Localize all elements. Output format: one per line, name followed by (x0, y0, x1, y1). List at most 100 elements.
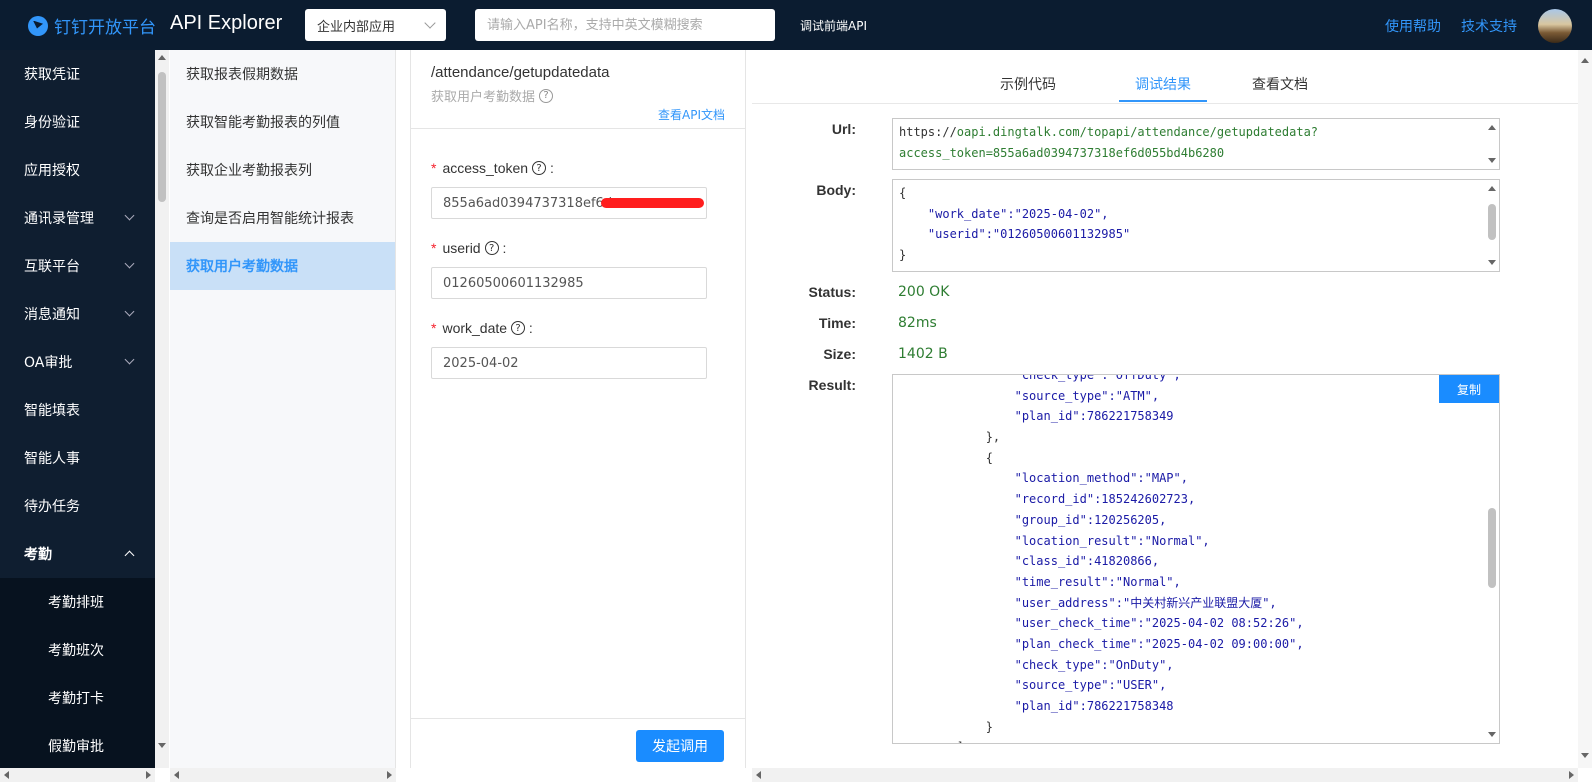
nav-item-label: 互联平台 (24, 259, 80, 275)
tab-debug-result[interactable]: 调试结果 (1135, 74, 1191, 94)
nav-item-contacts[interactable]: 通讯录管理 (0, 194, 155, 242)
required-mark: * (431, 160, 437, 176)
result-line: "location_result":"Normal", (899, 533, 1210, 548)
scroll-left-icon[interactable] (756, 771, 761, 779)
userid-input[interactable] (431, 267, 707, 299)
page-scrollbar[interactable] (1578, 50, 1592, 768)
result-line: "time_result":"Normal", (899, 574, 1181, 589)
status-value: 200 OK (898, 284, 950, 300)
scrollbar-thumb[interactable] (158, 72, 166, 202)
scroll-right-icon[interactable] (146, 771, 151, 779)
support-link[interactable]: 技术支持 (1461, 16, 1517, 36)
question-icon[interactable]: ? (532, 161, 547, 175)
result-line: "group_id":120256205, (899, 512, 1167, 527)
time-label: Time: (818, 315, 856, 331)
api-list-item[interactable]: 获取智能考勤报表的列值 (170, 98, 395, 146)
copy-button[interactable]: 复制 (1439, 375, 1499, 403)
app-type-select[interactable]: 企业内部应用 (305, 9, 446, 41)
api-doc-link[interactable]: 查看API文档 (658, 106, 725, 123)
result-line: ], (893, 737, 1499, 743)
nav-item-label: 应用授权 (24, 163, 80, 179)
result-hscrollbar[interactable] (752, 768, 1578, 782)
scroll-left-icon[interactable] (174, 771, 179, 779)
nav-subitem-shifts[interactable]: 考勤班次 (0, 626, 155, 674)
url-line-1: https://oapi.dingtalk.com/topapi/attenda… (893, 122, 1499, 143)
result-line: "source_type":"USER", (899, 678, 1167, 693)
scroll-right-icon[interactable] (387, 771, 392, 779)
question-icon[interactable]: ? (511, 321, 526, 335)
result-line: "source_type":"ATM", (899, 388, 1160, 403)
label-colon: : (498, 240, 507, 256)
api-list-item[interactable]: 获取报表假期数据 (170, 50, 395, 98)
chevron-down-icon (424, 17, 436, 29)
question-icon[interactable]: ? (539, 88, 554, 103)
nav-item-smart-forms[interactable]: 智能填表 (0, 386, 155, 434)
avatar[interactable] (1538, 9, 1572, 43)
nav-subitem-leave-approval[interactable]: 假勤审批 (0, 722, 155, 768)
tab-view-docs[interactable]: 查看文档 (1252, 74, 1308, 94)
nav-item-credentials[interactable]: 获取凭证 (0, 50, 155, 98)
scrollbar-thumb[interactable] (1488, 204, 1496, 240)
work-date-input[interactable] (431, 347, 707, 379)
apilist-hscrollbar[interactable] (170, 768, 396, 782)
result-line: "record_id":185242602723, (899, 492, 1196, 507)
sidebar-scrollbar[interactable] (155, 50, 169, 768)
body-box[interactable]: { "work_date":"2025-04-02", "userid":"01… (892, 179, 1500, 272)
tab-sample-code[interactable]: 示例代码 (1000, 74, 1056, 94)
nav-item-label: 考勤 (24, 547, 52, 563)
nav-item-smart-hr[interactable]: 智能人事 (0, 434, 155, 482)
nav-item-messages[interactable]: 消息通知 (0, 290, 155, 338)
scroll-up-icon[interactable] (158, 55, 166, 60)
size-value: 1402 B (898, 346, 948, 362)
scroll-down-icon[interactable] (1488, 158, 1496, 163)
question-icon[interactable]: ? (484, 241, 499, 255)
scroll-up-icon[interactable] (1488, 125, 1496, 130)
url-scheme: https:// (899, 125, 957, 139)
scroll-up-icon[interactable] (1581, 58, 1589, 63)
scroll-left-icon[interactable] (4, 771, 9, 779)
url-box[interactable]: https://oapi.dingtalk.com/topapi/attenda… (892, 118, 1500, 170)
nav-item-oa-approval[interactable]: OA审批 (0, 338, 155, 386)
result-panel: 示例代码 调试结果 查看文档 Url: https://oapi.dingtal… (752, 50, 1578, 768)
scrollbar-thumb[interactable] (1488, 508, 1496, 588)
scroll-up-icon[interactable] (1488, 186, 1496, 191)
nav-item-app-auth[interactable]: 应用授权 (0, 146, 155, 194)
redaction-mark (601, 198, 704, 208)
brand-logo[interactable]: 钉钉开放平台 (28, 13, 156, 38)
result-scrollbar[interactable] (1485, 403, 1499, 743)
invoke-button[interactable]: 发起调用 (636, 730, 724, 762)
nav-item-attendance[interactable]: 考勤 (0, 530, 155, 578)
nav-subitem-scheduling[interactable]: 考勤排班 (0, 578, 155, 626)
scroll-down-icon[interactable] (1581, 753, 1589, 758)
scroll-down-icon[interactable] (1488, 732, 1496, 737)
scroll-right-icon[interactable] (1569, 771, 1574, 779)
url-scrollbar[interactable] (1485, 119, 1499, 169)
api-list-item[interactable]: 查询是否启用智能统计报表 (170, 194, 395, 242)
scroll-down-icon[interactable] (1488, 260, 1496, 265)
dingtalk-logo-icon (28, 15, 48, 36)
api-list-item-active[interactable]: 获取用户考勤数据 (170, 242, 395, 290)
field-name: work_date (442, 320, 508, 336)
api-path: /attendance/getupdatedata (431, 64, 610, 81)
api-list-item[interactable]: 获取企业考勤报表列 (170, 146, 395, 194)
api-search-input[interactable] (475, 9, 775, 41)
body-line: } (899, 248, 907, 263)
help-link[interactable]: 使用帮助 (1385, 16, 1441, 36)
required-mark: * (431, 320, 437, 336)
nav-subitem-label: 考勤打卡 (48, 691, 104, 707)
result-line: "user_check_time":"2025-04-02 08:52:26", (899, 616, 1304, 631)
result-line: "location_method":"MAP", (899, 471, 1188, 486)
body-line: { (899, 186, 907, 200)
body-scrollbar[interactable] (1485, 180, 1499, 271)
scroll-down-icon[interactable] (158, 743, 166, 748)
frontend-api-link[interactable]: 调试前端API (800, 17, 867, 34)
nav-item-identity[interactable]: 身份验证 (0, 98, 155, 146)
chevron-down-icon (124, 210, 135, 221)
nav-item-label: 智能人事 (24, 451, 80, 467)
result-box[interactable]: "check_type":"OffDuty", "source_type":"A… (892, 374, 1500, 744)
nav-subitem-clock-in[interactable]: 考勤打卡 (0, 674, 155, 722)
nav-subitem-label: 考勤班次 (48, 643, 104, 659)
nav-item-interconnect[interactable]: 互联平台 (0, 242, 155, 290)
sidebar-hscrollbar[interactable] (0, 768, 155, 782)
nav-item-todo[interactable]: 待办任务 (0, 482, 155, 530)
